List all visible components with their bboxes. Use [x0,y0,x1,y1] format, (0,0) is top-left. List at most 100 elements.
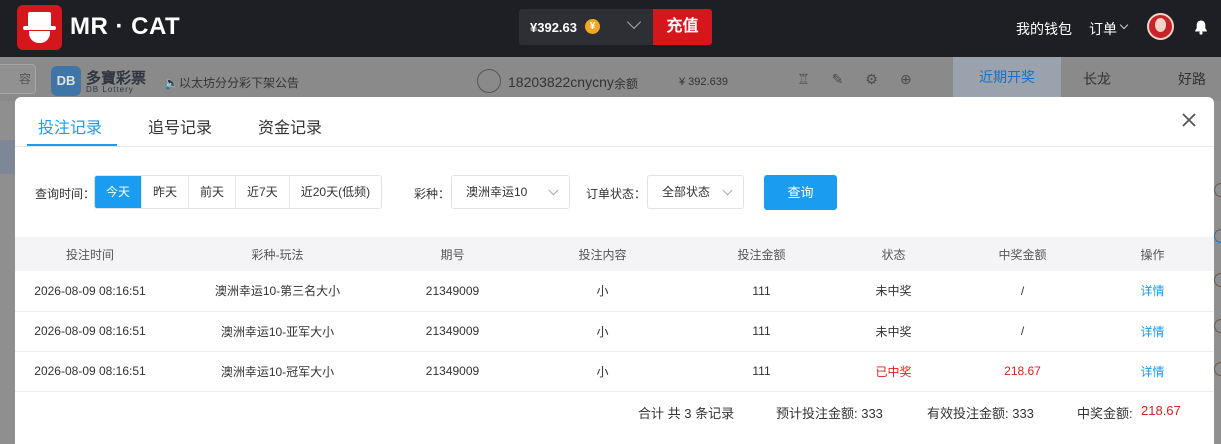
col-win-amount: 中奖金额 [998,247,1047,262]
summary-valid: 有效投注金额: 333 [927,406,1034,421]
edit-icon[interactable]: ✎ [832,71,866,87]
dot-icon [1214,229,1221,243]
cell-amount: 111 [690,271,833,312]
chevron-down-icon [626,14,642,30]
cell-issue: 21349009 [390,351,515,392]
status-select[interactable]: 全部状态 [647,175,744,209]
username: 18203822cnycny [508,74,614,90]
active-tab-indicator [27,144,117,146]
chevron-down-icon [1119,20,1129,30]
time-option-yesterday[interactable]: 昨天 [142,176,190,208]
balance-value: ¥392.63 [530,20,577,35]
gear-icon[interactable]: ⚙ [865,71,900,87]
time-option-20-days[interactable]: 近20天(低频) [290,176,381,208]
orders-menu[interactable]: 订单 [1089,19,1117,39]
rules-icon[interactable]: ♖ [797,71,832,87]
balance-dropdown[interactable]: ¥392.63 ¥ [519,9,653,45]
time-option-day-before[interactable]: 前天 [189,176,237,208]
cell-status: 未中奖 [833,311,954,352]
tab-bet-records[interactable]: 投注记录 [38,114,102,138]
bell-icon[interactable] [1193,19,1209,35]
recharge-button[interactable]: 充值 [653,9,712,45]
close-icon[interactable] [1181,112,1197,128]
time-range-selector: 今天 昨天 前天 近7天 近20天(低频) [94,175,383,209]
cell-win: / [954,271,1091,312]
col-status: 状态 [881,247,906,262]
lottery-label: 彩种： [414,187,451,201]
notice-label: 以太坊分分彩下架公告 [178,76,299,90]
summary-count: 合计 共 3 条记录 [638,406,735,421]
cell-time: 2026-08-09 08:16:51 [15,311,165,352]
col-action: 操作 [1140,247,1165,262]
top-bar: MR · CAT ¥392.63 ¥ 充值 我的钱包 订单 [0,0,1221,57]
table-row: 2026-08-09 08:16:51 澳洲幸运10-第三名大小 2134900… [15,271,1214,312]
details-link[interactable]: 详情 [1091,351,1214,392]
chevron-down-icon [722,185,733,196]
modal-tabs: 投注记录 追号记录 资金记录 [15,97,1214,147]
balance-amount: ¥ 392.639 [679,76,728,88]
notice-text[interactable]: 🔈以太坊分分彩下架公告 [164,74,299,91]
dot-icon [1214,273,1221,287]
dot-icon [1214,319,1221,333]
cell-content: 小 [515,271,690,312]
lottery-subtitle: DB Lottery [86,85,134,94]
cell-status: 已中奖 [833,351,954,392]
table-row: 2026-08-09 08:16:51 澳洲幸运10-亚军大小 21349009… [15,311,1214,352]
col-amount: 投注金额 [737,247,786,262]
table-row: 2026-08-09 08:16:51 澳洲幸运10-冠军大小 21349009… [15,351,1214,392]
speaker-icon: 🔈 [164,76,179,90]
filter-bar: 查询时间： 今天 昨天 前天 近7天 近20天(低频) 彩种： 澳洲幸运10 订… [15,175,1214,211]
background-strip [0,140,15,174]
my-wallet-link[interactable]: 我的钱包 [1016,19,1072,39]
cell-time: 2026-08-09 08:16:51 [15,271,165,312]
time-option-today[interactable]: 今天 [95,176,143,208]
table-header: 投注时间 彩种-玩法 期号 投注内容 投注金额 状态 中奖金额 操作 [15,237,1214,271]
coin-icon: ¥ [585,19,600,34]
summary-win-label: 中奖金额: [1077,406,1133,421]
col-content: 投注内容 [578,247,627,262]
avatar[interactable] [1147,13,1174,40]
cell-win: 218.67 [954,351,1091,392]
cell-game: 澳洲幸运10-第三名大小 [165,271,390,312]
globe-icon[interactable]: ⊕ [900,71,934,87]
lottery-select-value: 澳洲幸运10 [466,185,528,199]
time-option-7-days[interactable]: 近7天 [236,176,290,208]
user-icon [477,69,501,93]
cell-win: / [954,311,1091,352]
bet-records-modal: 投注记录 追号记录 资金记录 查询时间： 今天 昨天 前天 近7天 近20天(低… [15,97,1214,444]
cell-amount: 111 [690,351,833,392]
tab-recent-draws[interactable]: 近期开奖 [953,57,1061,97]
tab-fund-records[interactable]: 资金记录 [258,114,322,138]
lottery-select[interactable]: 澳洲幸运10 [451,175,570,209]
bet-records-table: 投注时间 彩种-玩法 期号 投注内容 投注金额 状态 中奖金额 操作 2026-… [15,237,1214,392]
dot-icon [1214,183,1221,197]
time-label: 查询时间： [35,187,96,201]
col-issue: 期号 [440,247,465,262]
summary-expected: 预计投注金额: 333 [776,406,883,421]
cell-issue: 21349009 [390,311,515,352]
lottery-logo-icon: DB [51,66,81,96]
tab-chase-records[interactable]: 追号记录 [148,114,212,138]
tab-good-road[interactable]: 好路 [1178,69,1206,89]
cell-game: 澳洲幸运10-亚军大小 [165,311,390,352]
details-link[interactable]: 详情 [1091,311,1214,352]
query-button[interactable]: 查询 [764,175,837,210]
cell-amount: 111 [690,311,833,352]
toolbar-icons[interactable]: ♖✎⚙⊕ [797,71,934,88]
col-game: 彩种-玩法 [251,247,304,262]
cell-game: 澳洲幸运10-冠军大小 [165,351,390,392]
summary-bar: 合计 共 3 条记录 预计投注金额: 333 有效投注金额: 333 中奖金额:… [15,400,1214,428]
status-label: 订单状态： [586,187,647,201]
chevron-down-icon [548,185,559,196]
cell-issue: 21349009 [390,271,515,312]
tab-long-dragon[interactable]: 长龙 [1083,69,1111,89]
dot-icon [1214,362,1221,376]
cell-content: 小 [515,351,690,392]
summary-win-value: 218.67 [1141,403,1181,418]
left-button[interactable]: 容 [0,64,36,94]
brand-name[interactable]: MR · CAT [70,13,180,41]
details-link[interactable]: 详情 [1091,271,1214,312]
balance-label: 余额 [614,77,639,91]
brand-logo-icon[interactable] [17,5,62,50]
col-bet-time: 投注时间 [65,247,114,262]
